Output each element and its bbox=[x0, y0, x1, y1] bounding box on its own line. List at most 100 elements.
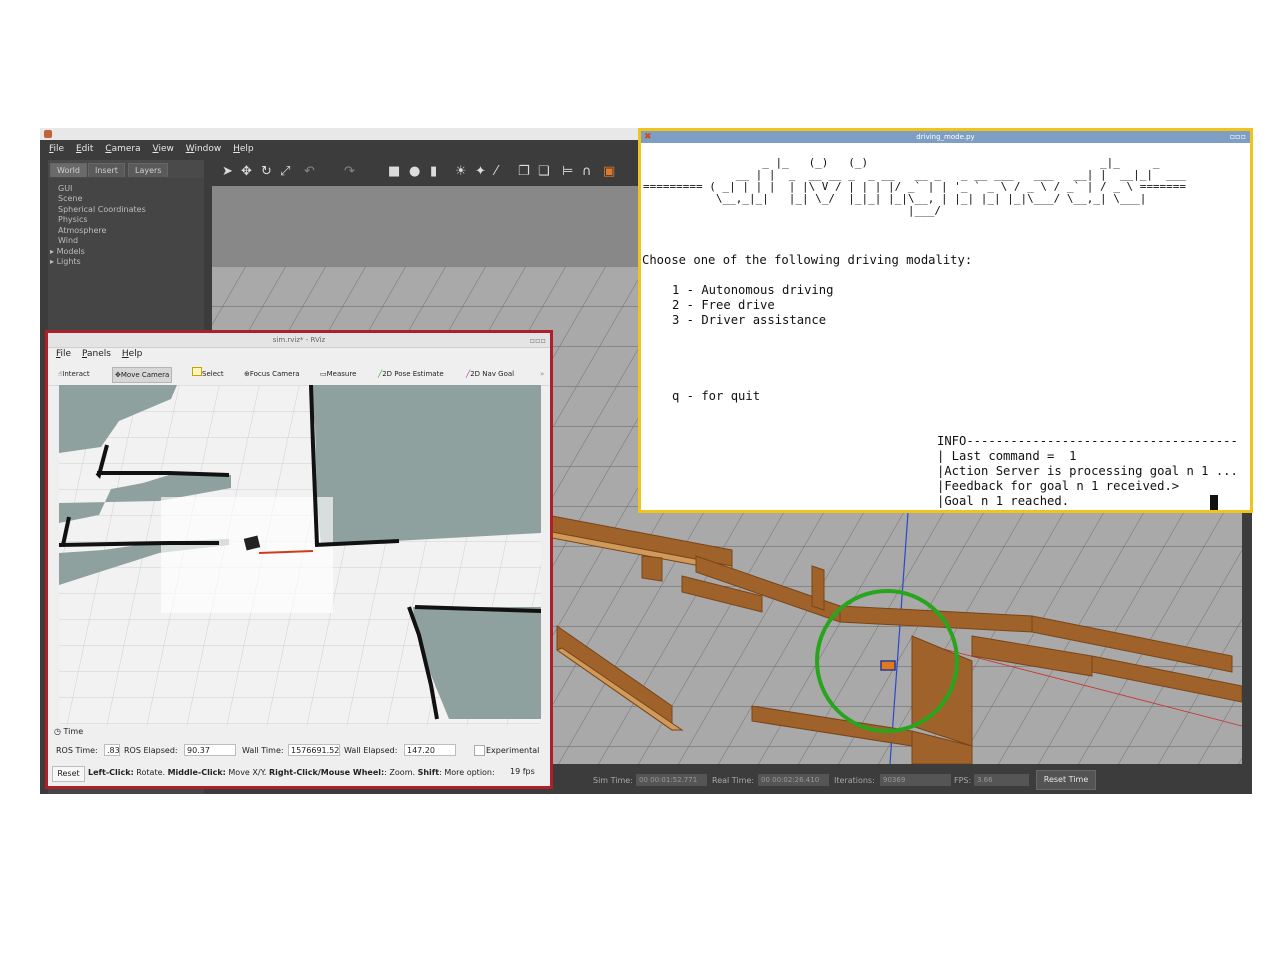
measure-icon: ▭ bbox=[320, 370, 327, 378]
terminal-titlebar: ✖ driving_mode.py ▫▫▫ bbox=[641, 131, 1250, 143]
menu-window[interactable]: Window bbox=[186, 144, 222, 154]
tree-gui[interactable]: GUI bbox=[58, 184, 72, 193]
tool-2d-pose-estimate[interactable]: ╱2D Pose Estimate bbox=[376, 367, 446, 381]
info-header: INFO------------------------------------… bbox=[937, 434, 1238, 448]
fps-label: FPS: bbox=[954, 776, 972, 785]
menu-view[interactable]: View bbox=[152, 144, 173, 154]
terminal-app-icon: ✖ bbox=[644, 132, 652, 142]
rotate-mode-icon[interactable]: ↻ bbox=[261, 164, 272, 179]
tree-physics[interactable]: Physics bbox=[58, 215, 88, 224]
screenshot-icon[interactable]: ▣ bbox=[603, 164, 615, 179]
wall-time-field[interactable]: 1576691.52 bbox=[288, 744, 340, 756]
rviz-menubar: File Panels Help bbox=[48, 347, 550, 363]
tool-measure[interactable]: ▭Measure bbox=[318, 367, 358, 381]
tool-interact[interactable]: ☝Interact bbox=[56, 367, 92, 381]
menu-edit[interactable]: Edit bbox=[76, 144, 93, 154]
tree-spherical-coordinates[interactable]: Spherical Coordinates bbox=[58, 205, 146, 214]
select-icon bbox=[192, 367, 202, 376]
wall-elapsed-label: Wall Elapsed: bbox=[344, 746, 398, 755]
rviz-map bbox=[59, 385, 541, 725]
copy-icon[interactable]: ❐ bbox=[518, 164, 530, 179]
real-time-label: Real Time: bbox=[712, 776, 755, 785]
terminal-cursor bbox=[1210, 495, 1218, 510]
terminal-window-controls-icon[interactable]: ▫▫▫ bbox=[1230, 131, 1246, 143]
snap-icon[interactable]: ∩ bbox=[582, 164, 592, 179]
rviz-render-view[interactable] bbox=[59, 385, 541, 725]
toolbar-overflow-icon[interactable]: » bbox=[538, 367, 546, 381]
terminal-title: driving_mode.py bbox=[916, 133, 975, 141]
rviz-time-panel: ◷ Time ROS Time: .83 ROS Elapsed: 90.37 … bbox=[48, 726, 550, 786]
time-panel-title: Time bbox=[63, 727, 84, 736]
align-icon[interactable]: ⊨ bbox=[562, 164, 573, 179]
costmap-area bbox=[161, 497, 333, 613]
sim-time-label: Sim Time: bbox=[593, 776, 633, 785]
real-time-value: 00 00:02:26.410 bbox=[758, 774, 829, 786]
hint-right-click-key: Right-Click/Mouse Wheel: bbox=[268, 768, 385, 777]
experimental-label: Experimental bbox=[486, 746, 540, 755]
menu-help[interactable]: Help bbox=[233, 144, 254, 154]
rviz-reset-button[interactable]: Reset bbox=[52, 766, 85, 782]
hint-middle-click-key: Middle-Click: bbox=[167, 768, 226, 777]
ros-elapsed-field[interactable]: 90.37 bbox=[184, 744, 236, 756]
tree-scene[interactable]: Scene bbox=[58, 194, 82, 203]
sphere-shape-icon[interactable]: ● bbox=[409, 164, 420, 179]
tree-lights: Lights bbox=[56, 257, 81, 266]
info-last-command: | Last command = 1 bbox=[937, 449, 1077, 463]
tab-world[interactable]: World bbox=[50, 163, 87, 177]
reset-time-button[interactable]: Reset Time bbox=[1036, 770, 1096, 790]
ros-elapsed-label: ROS Elapsed: bbox=[124, 746, 178, 755]
window-controls-icon[interactable]: ▫▫▫ bbox=[530, 334, 546, 348]
tree-wind[interactable]: Wind bbox=[58, 236, 78, 245]
tool-focus-camera-label: Focus Camera bbox=[249, 370, 300, 378]
tree-atmosphere[interactable]: Atmosphere bbox=[58, 226, 106, 235]
rviz-toolbar: ☝Interact ✥Move Camera Select ⊕Focus Cam… bbox=[48, 363, 550, 386]
tree-lights-expander[interactable]: ▸ Lights bbox=[50, 257, 81, 266]
redo-icon[interactable]: ↷ bbox=[344, 164, 355, 179]
tool-select-label: Select bbox=[202, 370, 224, 378]
gazebo-app-icon bbox=[44, 130, 52, 138]
tool-focus-camera[interactable]: ⊕Focus Camera bbox=[242, 367, 302, 381]
option-driver-assistance: 3 - Driver assistance bbox=[672, 313, 827, 327]
option-autonomous: 1 - Autonomous driving bbox=[672, 283, 834, 297]
tool-move-camera-label: Move Camera bbox=[120, 371, 170, 379]
tab-layers[interactable]: Layers bbox=[128, 163, 169, 177]
tool-move-camera[interactable]: ✥Move Camera bbox=[112, 367, 173, 383]
rviz-menu-help[interactable]: Help bbox=[122, 349, 143, 359]
driving-modality-prompt: Choose one of the following driving moda… bbox=[642, 253, 973, 267]
scale-mode-icon[interactable]: ⤢ bbox=[280, 164, 290, 179]
sim-time-value: 00 00:01:52.771 bbox=[636, 774, 707, 786]
experimental-checkbox[interactable] bbox=[474, 745, 485, 756]
option-quit: q - for quit bbox=[672, 389, 761, 403]
wall-elapsed-field[interactable]: 147.20 bbox=[404, 744, 456, 756]
menu-camera[interactable]: Camera bbox=[105, 144, 140, 154]
hint-left-click-key: Left-Click: bbox=[88, 768, 134, 777]
translate-mode-icon[interactable]: ✥ bbox=[241, 164, 252, 179]
tab-insert[interactable]: Insert bbox=[88, 163, 125, 177]
wall-time-label: Wall Time: bbox=[242, 746, 284, 755]
directional-light-icon[interactable]: ⁄ bbox=[495, 164, 497, 179]
ros-time-field[interactable]: .83 bbox=[104, 744, 120, 756]
tool-interact-label: Interact bbox=[62, 370, 90, 378]
rviz-menu-panels[interactable]: Panels bbox=[82, 349, 111, 359]
info-feedback: |Feedback for goal n 1 received.> bbox=[937, 479, 1180, 493]
undo-icon[interactable]: ↶ bbox=[304, 164, 315, 179]
ros-time-label: ROS Time: bbox=[56, 746, 98, 755]
spot-light-icon[interactable]: ✦ bbox=[475, 164, 486, 179]
tool-select[interactable]: Select bbox=[190, 367, 226, 381]
menu-file[interactable]: File bbox=[49, 144, 64, 154]
point-light-icon[interactable]: ☀ bbox=[455, 164, 467, 179]
paste-icon[interactable]: ❑ bbox=[538, 164, 550, 179]
option-free-drive: 2 - Free drive bbox=[672, 298, 775, 312]
box-shape-icon[interactable]: ■ bbox=[388, 164, 400, 179]
rviz-titlebar: sim.rviz* - RViz ▫▫▫ bbox=[48, 333, 550, 348]
info-goal-reached: |Goal n 1 reached. bbox=[937, 494, 1070, 508]
hint-left-click: Rotate. bbox=[133, 768, 168, 777]
tool-2d-nav-goal[interactable]: ╱2D Nav Goal bbox=[464, 367, 516, 381]
rviz-status-hint: Left-Click: Rotate. Middle-Click: Move X… bbox=[88, 768, 508, 777]
rviz-menu-file[interactable]: File bbox=[56, 349, 71, 359]
tree-models-expander[interactable]: ▸ Models bbox=[50, 247, 85, 256]
cylinder-shape-icon[interactable]: ▮ bbox=[430, 164, 437, 179]
iterations-label: Iterations: bbox=[834, 776, 875, 785]
clock-icon: ◷ bbox=[54, 727, 61, 736]
select-mode-icon[interactable]: ➤ bbox=[222, 164, 233, 179]
